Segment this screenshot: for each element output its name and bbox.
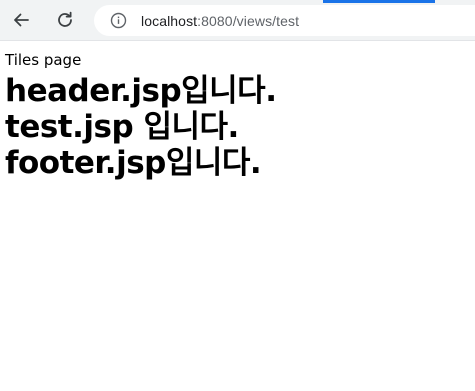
reload-icon bbox=[58, 11, 72, 27]
info-circle-icon bbox=[110, 12, 127, 29]
back-button[interactable] bbox=[9, 8, 33, 32]
url-text[interactable]: localhost:8080/views/test bbox=[141, 13, 299, 29]
back-arrow-icon bbox=[14, 13, 29, 27]
url-host: localhost bbox=[141, 12, 198, 29]
body-heading: test.jsp 입니다. bbox=[5, 109, 239, 145]
reload-button[interactable] bbox=[53, 8, 77, 32]
browser-toolbar: localhost:8080/views/test bbox=[0, 0, 475, 41]
url-path: :8080/views/test bbox=[197, 12, 300, 29]
site-info-button[interactable] bbox=[110, 12, 127, 29]
page-content: Tiles page header.jsp입니다. test.jsp 입니다. … bbox=[0, 41, 475, 181]
address-bar[interactable]: localhost:8080/views/test bbox=[94, 5, 475, 36]
active-tab-indicator bbox=[323, 0, 435, 3]
header-heading: header.jsp입니다. bbox=[5, 73, 277, 109]
footer-heading: footer.jsp입니다. bbox=[5, 145, 262, 181]
tiles-page-label: Tiles page bbox=[5, 51, 82, 69]
